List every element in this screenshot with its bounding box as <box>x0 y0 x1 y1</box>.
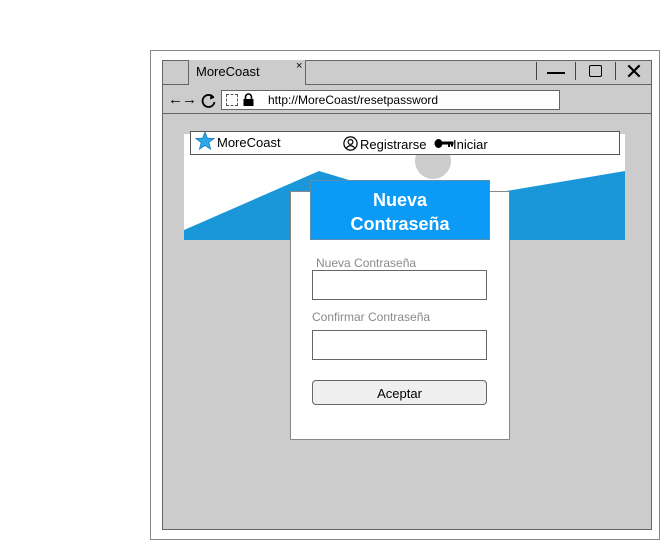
confirm-password-field[interactable] <box>312 330 487 360</box>
reload-icon[interactable] <box>200 92 217 109</box>
site-info-icon[interactable] <box>226 94 238 106</box>
window-close-button[interactable]: ✕ <box>620 60 648 84</box>
star-logo-icon <box>195 131 215 151</box>
accept-button[interactable]: Aceptar <box>312 380 487 405</box>
dialog-title-line: Nueva <box>372 190 428 210</box>
url-text: http://MoreCoast/resetpassword <box>268 93 439 107</box>
brand-name[interactable]: MoreCoast <box>217 135 281 150</box>
tab-title: MoreCoast <box>196 64 260 79</box>
window-controls-divider <box>615 62 616 80</box>
dialog-title: Nueva Contraseña <box>310 180 490 240</box>
window-controls-divider <box>575 62 576 80</box>
new-password-label: Nueva Contraseña <box>316 256 417 270</box>
lock-icon <box>243 93 254 106</box>
back-forward-arrows-icon[interactable]: ←→ <box>168 92 197 108</box>
minimize-button[interactable] <box>542 62 570 82</box>
tab-strip-spacer <box>162 60 189 85</box>
confirm-password-label: Confirmar Contraseña <box>312 310 431 324</box>
maximize-button[interactable] <box>582 62 610 82</box>
login-link[interactable]: Iniciar <box>453 137 488 152</box>
dialog-title-line: Contraseña <box>350 214 450 234</box>
new-password-field[interactable] <box>312 270 487 300</box>
window-controls-divider <box>536 62 537 80</box>
key-icon[interactable] <box>434 138 454 149</box>
tab-close-icon[interactable]: × <box>296 60 302 72</box>
user-icon[interactable] <box>343 136 358 151</box>
register-link[interactable]: Registrarse <box>360 137 426 152</box>
